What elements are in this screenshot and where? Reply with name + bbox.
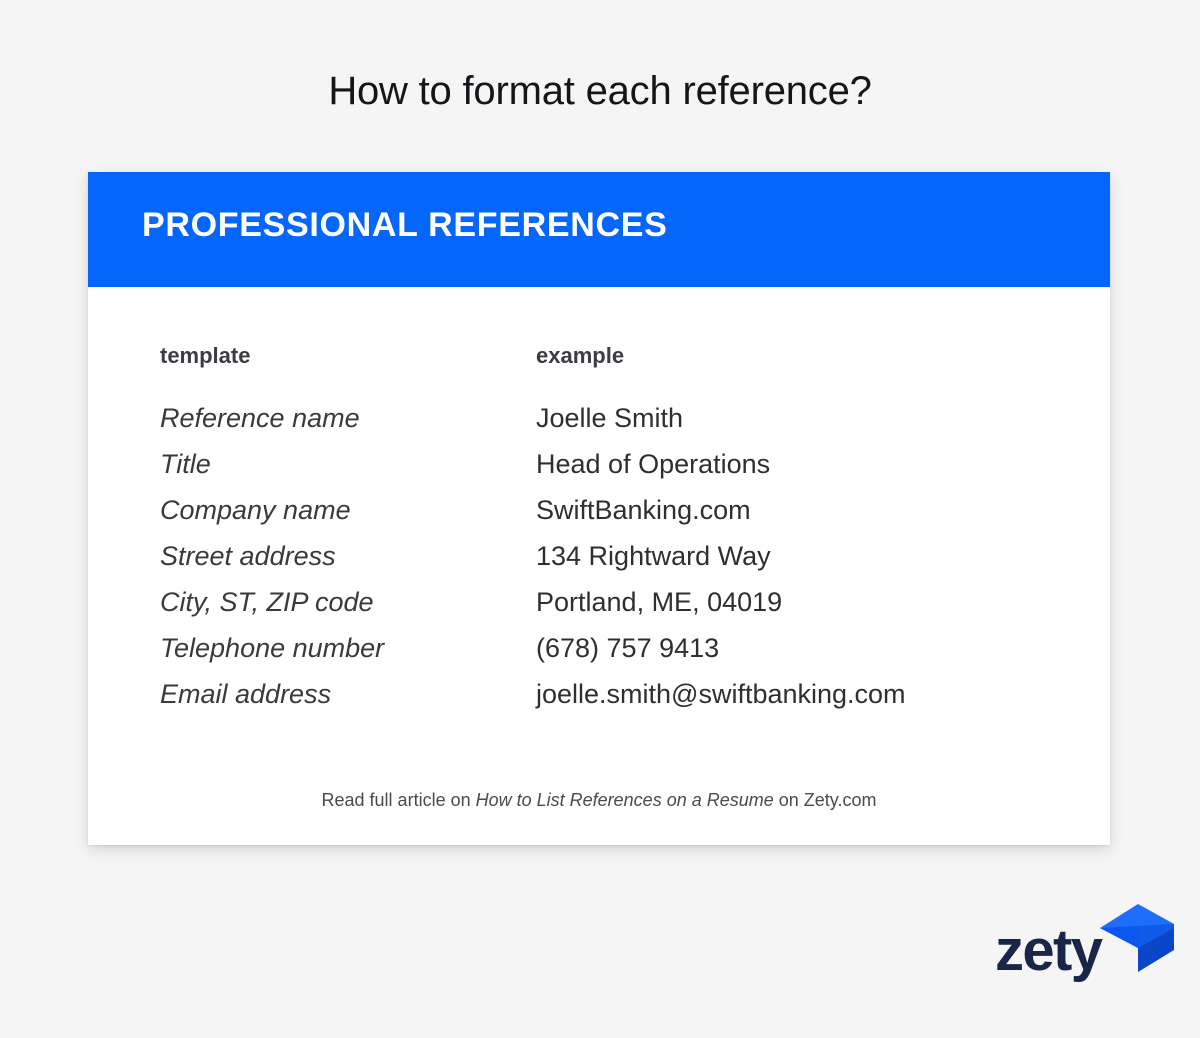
card-footnote: Read full article on How to List Referen… [88, 790, 1110, 812]
card-header-band: PROFESSIONAL REFERENCES [88, 172, 1110, 287]
table-row: Title Head of Operations [88, 445, 1110, 491]
column-header-example: example [536, 343, 625, 368]
cell-template: Street address [160, 541, 336, 571]
table-row: Telephone number (678) 757 9413 [88, 629, 1110, 675]
page-title: How to format each reference? [328, 69, 872, 113]
zety-cube-icon [1098, 898, 1176, 976]
cell-template: Company name [160, 495, 351, 525]
cell-example: Portland, ME, 04019 [536, 587, 783, 617]
cell-example: Head of Operations [536, 449, 771, 479]
cell-template: City, ST, ZIP code [160, 587, 374, 617]
zety-logo: zety [995, 898, 1175, 980]
cell-template: Telephone number [160, 633, 385, 663]
table-row: Company name SwiftBanking.com [88, 491, 1110, 537]
footnote-suffix: on Zety.com [773, 790, 877, 810]
table-column-headers: template example [88, 343, 1110, 373]
cell-example: Joelle Smith [536, 403, 684, 433]
footnote-prefix: Read full article on [321, 790, 476, 810]
footnote-article-title: How to List References on a Resume [475, 790, 774, 810]
professional-references-card: PROFESSIONAL REFERENCES template example… [88, 172, 1110, 845]
cell-template: Title [160, 449, 211, 479]
cell-template: Reference name [160, 403, 360, 433]
cell-example: 134 Rightward Way [536, 541, 771, 571]
zety-wordmark: zety [995, 918, 1103, 983]
table-row: Street address 134 Rightward Way [88, 537, 1110, 583]
table-row: City, ST, ZIP code Portland, ME, 04019 [88, 583, 1110, 629]
table-row: Reference name Joelle Smith [88, 399, 1110, 445]
cell-example: joelle.smith@swiftbanking.com [536, 679, 906, 709]
column-header-template: template [160, 343, 251, 368]
table-rows: Reference name Joelle Smith Title Head o… [88, 399, 1110, 721]
cell-example: (678) 757 9413 [536, 633, 720, 663]
cell-template: Email address [160, 679, 332, 709]
card-header-title: PROFESSIONAL REFERENCES [142, 206, 668, 244]
table-row: Email address joelle.smith@swiftbanking.… [88, 675, 1110, 721]
cell-example: SwiftBanking.com [536, 495, 751, 525]
